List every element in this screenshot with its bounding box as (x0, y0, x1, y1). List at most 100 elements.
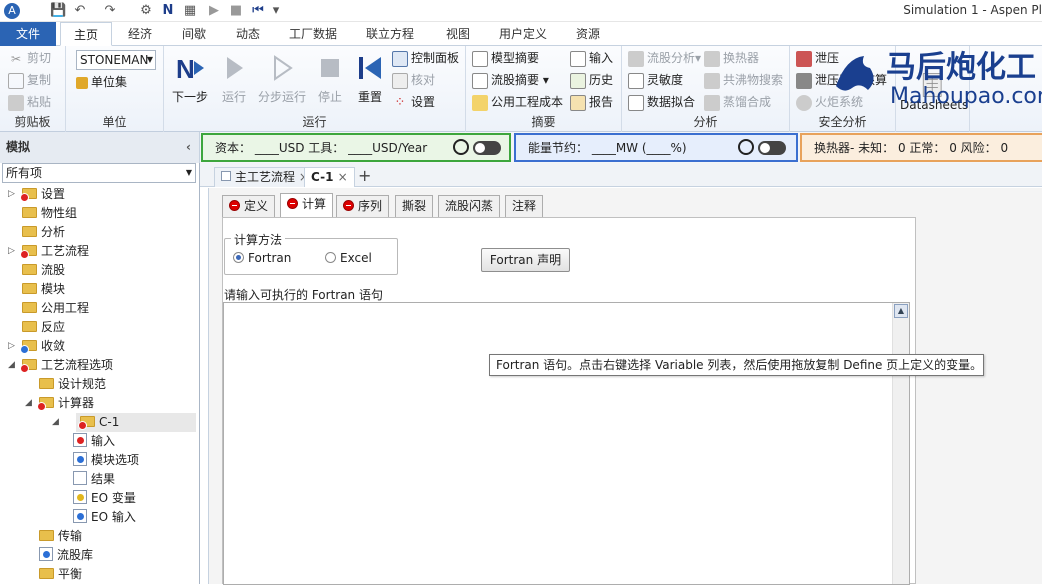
form-tab-comments[interactable]: 注释 (505, 195, 544, 217)
tab-view[interactable]: 视图 (432, 22, 484, 46)
customize-icon[interactable]: ▾ (268, 3, 284, 19)
history-button[interactable]: 历史 (570, 70, 613, 90)
unit-set-select[interactable]: STONEMAN ▼ (76, 50, 156, 70)
step-button[interactable]: 分步运行 (258, 50, 306, 110)
redo-icon[interactable]: ↷ (102, 3, 118, 19)
fortran-statements-editor[interactable]: ▲ (223, 302, 910, 585)
tree-item-reactions[interactable]: 反应 (0, 318, 196, 337)
tree-item-design-specs[interactable]: 设计规范 (0, 375, 196, 394)
tree-item-balance[interactable]: 平衡 (0, 565, 196, 584)
expander-icon[interactable]: ◢ (8, 356, 18, 375)
report-button[interactable]: 报告 (570, 92, 613, 112)
distillation-synthesis-button[interactable]: 蒸馏合成 (704, 92, 771, 112)
stream-analysis-button[interactable]: 流股分析▾ (628, 48, 701, 68)
form-tab-define[interactable]: 定义 (222, 195, 276, 217)
grid-icon[interactable]: ▦ (182, 3, 198, 19)
energy-savings-panel: 能量节约： ____MW (____%) (514, 133, 798, 162)
clipboard-group-label: 剪贴板 (14, 115, 51, 129)
control-panel-button[interactable]: 控制面板 (392, 48, 459, 68)
model-summary-button[interactable]: 模型摘要 (472, 48, 539, 68)
stream-summary-button[interactable]: 流股摘要 ▾ (472, 70, 549, 90)
status-icon (20, 345, 29, 354)
stop-button[interactable]: 停止 (308, 50, 352, 110)
tree-item-convergence[interactable]: ▷ 收敛 (0, 337, 196, 356)
reset-icon[interactable]: ⏮ (250, 3, 266, 19)
check-button[interactable]: 核对 (392, 70, 435, 90)
next-icon[interactable]: N (160, 3, 176, 19)
tree-item-streams[interactable]: 流股 (0, 261, 196, 280)
fortran-declarations-button[interactable]: Fortran 声明 (481, 248, 570, 272)
undo-icon[interactable]: ↶ (72, 3, 88, 19)
tree-item-eo-variables[interactable]: EO 变量 (0, 489, 196, 508)
tab-customize[interactable]: 用户定义 (490, 22, 556, 46)
expander-icon[interactable]: ◢ (52, 413, 62, 432)
close-icon[interactable]: × (338, 170, 348, 184)
utility-costs-button[interactable]: 公用工程成本 (472, 92, 563, 112)
tree-item-c1[interactable]: ◢ C-1 (52, 413, 196, 432)
app-logo-icon[interactable]: A (4, 3, 20, 19)
new-tab-button[interactable]: + (358, 167, 371, 185)
tree-item-setup[interactable]: ▷ 设置 (0, 185, 196, 204)
folder-icon (39, 568, 54, 579)
stop-icon[interactable]: ■ (228, 3, 244, 19)
input-button[interactable]: 输入 (570, 48, 613, 68)
tree-item-input[interactable]: 输入 (0, 432, 196, 451)
fortran-prompt-label: 请输入可执行的 Fortran 语句 (224, 288, 383, 302)
editor-scrollbar[interactable]: ▲ (892, 303, 909, 584)
tab-file[interactable]: 文件 (0, 22, 56, 46)
tree-item-results[interactable]: 结果 (0, 470, 196, 489)
form-tab-sequence[interactable]: 序列 (336, 195, 390, 217)
sensitivity-button[interactable]: 灵敏度 (628, 70, 683, 90)
form-tab-calculate[interactable]: 计算 (280, 193, 334, 217)
heat-exchanger-button[interactable]: 换热器 (704, 48, 759, 68)
tab-batch[interactable]: 间歇 (168, 22, 220, 46)
data-fit-button[interactable]: 数据拟合 (628, 92, 695, 112)
copy-button[interactable]: 复制 (8, 70, 51, 90)
tree-item-stream-library[interactable]: 流股库 (0, 546, 196, 565)
tab-c1[interactable]: C-1 × (304, 167, 355, 187)
tree-item-flowsheet[interactable]: ▷ 工艺流程 (0, 242, 196, 261)
tree-item-eo-input[interactable]: EO 输入 (0, 508, 196, 527)
tab-main-flowsheet[interactable]: 主工艺流程 × (214, 167, 316, 187)
paste-button[interactable]: 粘贴 (8, 92, 51, 112)
expander-icon[interactable]: ▷ (8, 337, 18, 356)
tab-equation-oriented[interactable]: 联立方程 (354, 22, 426, 46)
tree-item-utilities[interactable]: 公用工程 (0, 299, 196, 318)
tab-economics[interactable]: 经济 (114, 22, 166, 46)
next-button[interactable]: N 下一步 (168, 50, 212, 110)
form-tab-stream-flash[interactable]: 流股闪蒸 (438, 195, 501, 217)
tab-home[interactable]: 主页 (60, 22, 112, 46)
reset-button[interactable]: 重置 (348, 50, 392, 110)
tree-item-analysis[interactable]: 分析 (0, 223, 196, 242)
tab-resources[interactable]: 资源 (562, 22, 614, 46)
tree-item-flowsheeting-options[interactable]: ◢ 工艺流程选项 (0, 356, 196, 375)
run-settings-button[interactable]: ⁘ 设置 (392, 92, 435, 112)
unit-sets-button[interactable]: 单位集 (76, 72, 127, 92)
tree-item-label: 收敛 (41, 339, 66, 353)
expander-icon[interactable]: ▷ (8, 242, 18, 261)
model-icon[interactable]: ⚙ (138, 3, 154, 19)
save-icon[interactable]: 💾 (50, 3, 66, 19)
tree-item-label: 工艺流程选项 (41, 358, 114, 372)
tree-item-block-options[interactable]: 模块选项 (0, 451, 196, 470)
tree-item-blocks[interactable]: 模块 (0, 280, 196, 299)
scroll-up-icon[interactable]: ▲ (894, 304, 908, 318)
azeotrope-search-button[interactable]: 共沸物搜索 (704, 70, 783, 90)
nav-filter-select[interactable]: 所有项 ▼ (2, 163, 196, 183)
tree-item-components[interactable]: 物性组 (0, 204, 196, 223)
expander-icon[interactable]: ◢ (25, 394, 35, 413)
form-tab-tear[interactable]: 撕裂 (395, 195, 434, 217)
capital-toggle[interactable] (473, 141, 501, 155)
run-icon[interactable]: ▶ (206, 3, 222, 19)
excel-radio[interactable]: Excel (325, 251, 372, 265)
collapse-icon[interactable]: ‹ (186, 132, 191, 163)
run-button[interactable]: 运行 (212, 50, 256, 110)
tree-item-calculators[interactable]: ◢ 计算器 (0, 394, 196, 413)
expander-icon[interactable]: ▷ (8, 185, 18, 204)
tree-item-transfer[interactable]: 传输 (0, 527, 196, 546)
cut-button[interactable]: ✂ 剪切 (8, 48, 51, 68)
tab-plant-data[interactable]: 工厂数据 (278, 22, 348, 46)
tab-dynamics[interactable]: 动态 (222, 22, 274, 46)
fortran-radio[interactable]: Fortran (233, 251, 291, 265)
energy-toggle[interactable] (758, 141, 786, 155)
